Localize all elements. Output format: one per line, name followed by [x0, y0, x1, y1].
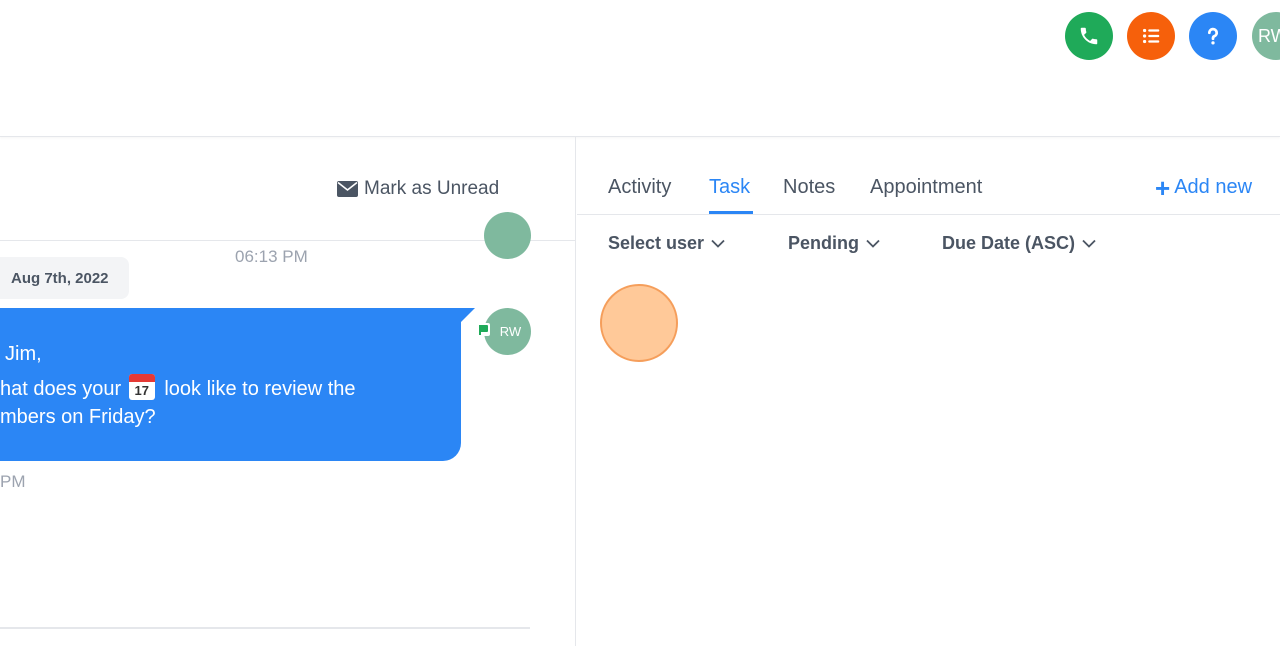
question-icon — [1207, 27, 1219, 45]
chevron-down-icon — [711, 239, 725, 248]
date-divider: Aug 7th, 2022 — [0, 257, 129, 299]
help-button[interactable] — [1189, 12, 1237, 60]
message-text: hat does your — [0, 378, 122, 400]
plus-icon: + — [1155, 172, 1171, 203]
message-timestamp: 06:13 PM — [235, 247, 308, 266]
select-user-dropdown[interactable]: Select user — [608, 233, 725, 254]
status-dropdown[interactable]: Pending — [788, 233, 880, 254]
mark-as-unread-button[interactable]: Mark as Unread — [337, 176, 499, 202]
top-header: RW — [0, 0, 1280, 137]
composer-divider — [0, 627, 530, 629]
message-line: mbers on Friday? — [0, 406, 156, 428]
active-tab-indicator — [709, 211, 753, 214]
sms-flag-icon — [477, 323, 490, 336]
tab-notes[interactable]: Notes — [783, 176, 835, 199]
tab-task[interactable]: Task — [709, 176, 750, 199]
phone-icon — [1080, 27, 1098, 45]
tab-activity[interactable]: Activity — [608, 176, 671, 199]
bubble-tail — [461, 308, 475, 322]
user-avatar[interactable]: RW — [1252, 12, 1280, 60]
calendar-emoji-icon: 17 — [128, 374, 155, 400]
message-line: hat does your 17 look like to review the — [0, 374, 356, 401]
chevron-down-icon — [866, 239, 880, 248]
envelope-icon — [337, 181, 358, 197]
status-label: Pending — [788, 233, 859, 253]
sort-label: Due Date (ASC) — [942, 233, 1076, 253]
add-new-button[interactable]: + Add new — [1155, 172, 1253, 203]
pane-divider — [575, 137, 576, 646]
message-timestamp: PM — [0, 472, 26, 491]
message-line: Jim, — [5, 343, 42, 365]
chevron-down-icon — [1082, 239, 1096, 248]
tab-appointment[interactable]: Appointment — [870, 176, 982, 199]
tasks-button[interactable] — [1127, 12, 1175, 60]
list-icon — [1142, 28, 1160, 44]
message-bubble: Jim, hat does your 17 look like to revie… — [0, 308, 461, 461]
mark-as-unread-label: Mark as Unread — [364, 178, 500, 199]
add-new-label: Add new — [1174, 176, 1253, 198]
sender-avatar: RW — [484, 308, 531, 355]
click-indicator — [600, 284, 678, 362]
phone-button[interactable] — [1065, 12, 1113, 60]
sort-dropdown[interactable]: Due Date (ASC) — [942, 233, 1096, 254]
select-user-label: Select user — [608, 233, 705, 253]
avatar — [484, 212, 531, 259]
message-text: look like to review the — [164, 378, 356, 400]
